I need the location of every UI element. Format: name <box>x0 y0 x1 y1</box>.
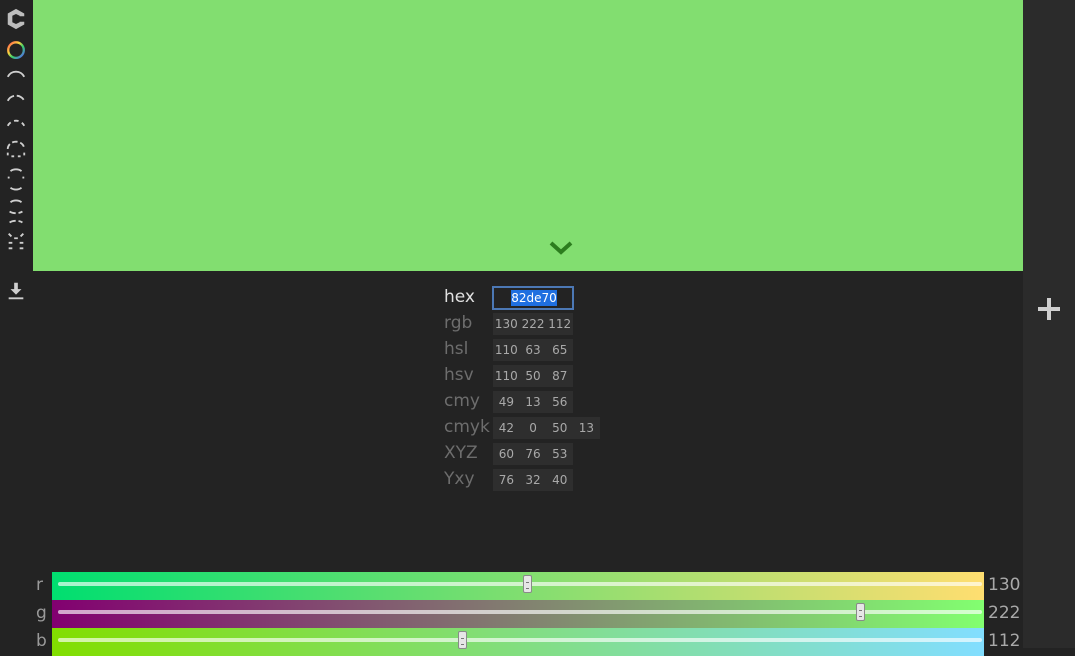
cmy-fields: 49 13 56 <box>493 391 574 413</box>
arc-solid-icon[interactable] <box>4 64 28 86</box>
hsv-label[interactable]: hsv <box>444 364 474 386</box>
cmy-c-field[interactable]: 49 <box>493 391 520 413</box>
arc-dashed-icon[interactable] <box>4 88 28 110</box>
hex-value[interactable]: 82de70 <box>511 290 557 306</box>
cmyk-y-field[interactable]: 50 <box>546 417 573 439</box>
yxy-fields: 76 32 40 <box>493 469 574 491</box>
r-slider-label: r <box>36 575 43 595</box>
r-slider-line <box>58 582 982 586</box>
chevron-down-icon[interactable] <box>548 239 574 257</box>
g-slider-thumb[interactable] <box>855 603 865 621</box>
yxy-y2-field[interactable]: 40 <box>546 469 573 491</box>
yxy-label[interactable]: Yxy <box>444 468 475 490</box>
b-slider[interactable] <box>52 628 984 656</box>
app-logo-icon[interactable] <box>4 8 28 30</box>
arc-thin-icon[interactable] <box>4 162 28 184</box>
hsv-s-field[interactable]: 50 <box>520 365 547 387</box>
g-slider-line <box>58 610 982 614</box>
r-slider-row: r 130 <box>0 572 1075 600</box>
rgb-fields: 130 222 112 <box>493 313 574 335</box>
cmyk-c-field[interactable]: 42 <box>493 417 520 439</box>
hex-label: hex <box>444 287 475 307</box>
r-slider-thumb[interactable] <box>523 575 533 593</box>
cmyk-k-field[interactable]: 13 <box>573 417 600 439</box>
xyz-z-field[interactable]: 53 <box>546 443 573 465</box>
r-slider[interactable] <box>52 572 984 600</box>
rgb-r-field[interactable]: 130 <box>493 313 520 335</box>
arcs-wide-icon[interactable] <box>4 206 28 228</box>
g-slider-value: 222 <box>988 603 1021 623</box>
hsl-label[interactable]: hsl <box>444 338 468 360</box>
xyz-label[interactable]: XYZ <box>444 442 478 464</box>
g-slider-row: g 222 <box>0 600 1075 628</box>
rgb-label[interactable]: rgb <box>444 312 472 334</box>
rgb-b-field[interactable]: 112 <box>546 313 573 335</box>
hsv-v-field[interactable]: 87 <box>546 365 573 387</box>
cmy-label[interactable]: cmy <box>444 390 480 412</box>
b-slider-thumb[interactable] <box>457 631 467 649</box>
hsl-l-field[interactable]: 65 <box>546 339 573 361</box>
hsv-h-field[interactable]: 110 <box>493 365 520 387</box>
yxy-x-field[interactable]: 32 <box>520 469 547 491</box>
hex-input[interactable]: 82de70 <box>492 286 574 310</box>
plus-icon[interactable] <box>1036 296 1062 322</box>
xyz-x-field[interactable]: 60 <box>493 443 520 465</box>
g-slider[interactable] <box>52 600 984 628</box>
b-slider-row: b 112 <box>0 628 1075 656</box>
b-slider-value: 112 <box>988 631 1021 651</box>
right-panel <box>1023 0 1075 648</box>
yxy-y-field[interactable]: 76 <box>493 469 520 491</box>
cmyk-m-field[interactable]: 0 <box>520 417 547 439</box>
hsv-fields: 110 50 87 <box>493 365 574 387</box>
arcs-mirrored-icon[interactable] <box>4 184 28 206</box>
color-swatch <box>33 0 1023 271</box>
r-slider-value: 130 <box>988 575 1021 595</box>
cmy-m-field[interactable]: 13 <box>520 391 547 413</box>
cmyk-label[interactable]: cmyk <box>444 416 490 438</box>
circle-dashed-icon[interactable] <box>4 138 28 160</box>
b-slider-line <box>58 638 982 642</box>
toolbar <box>0 0 33 648</box>
cmyk-fields: 42 0 50 13 <box>493 417 600 439</box>
hsl-fields: 110 63 65 <box>493 339 574 361</box>
rgb-g-field[interactable]: 222 <box>520 313 547 335</box>
color-wheel-icon[interactable] <box>4 40 28 62</box>
xyz-fields: 60 76 53 <box>493 443 574 465</box>
cmy-y-field[interactable]: 56 <box>546 391 573 413</box>
g-slider-label: g <box>36 603 47 623</box>
arc-dotted-icon[interactable] <box>4 113 28 135</box>
hsl-h-field[interactable]: 110 <box>493 339 520 361</box>
hsl-s-field[interactable]: 63 <box>520 339 547 361</box>
arcs-broken-icon[interactable] <box>4 230 28 252</box>
download-icon[interactable] <box>4 280 28 302</box>
xyz-y-field[interactable]: 76 <box>520 443 547 465</box>
b-slider-label: b <box>36 631 47 651</box>
